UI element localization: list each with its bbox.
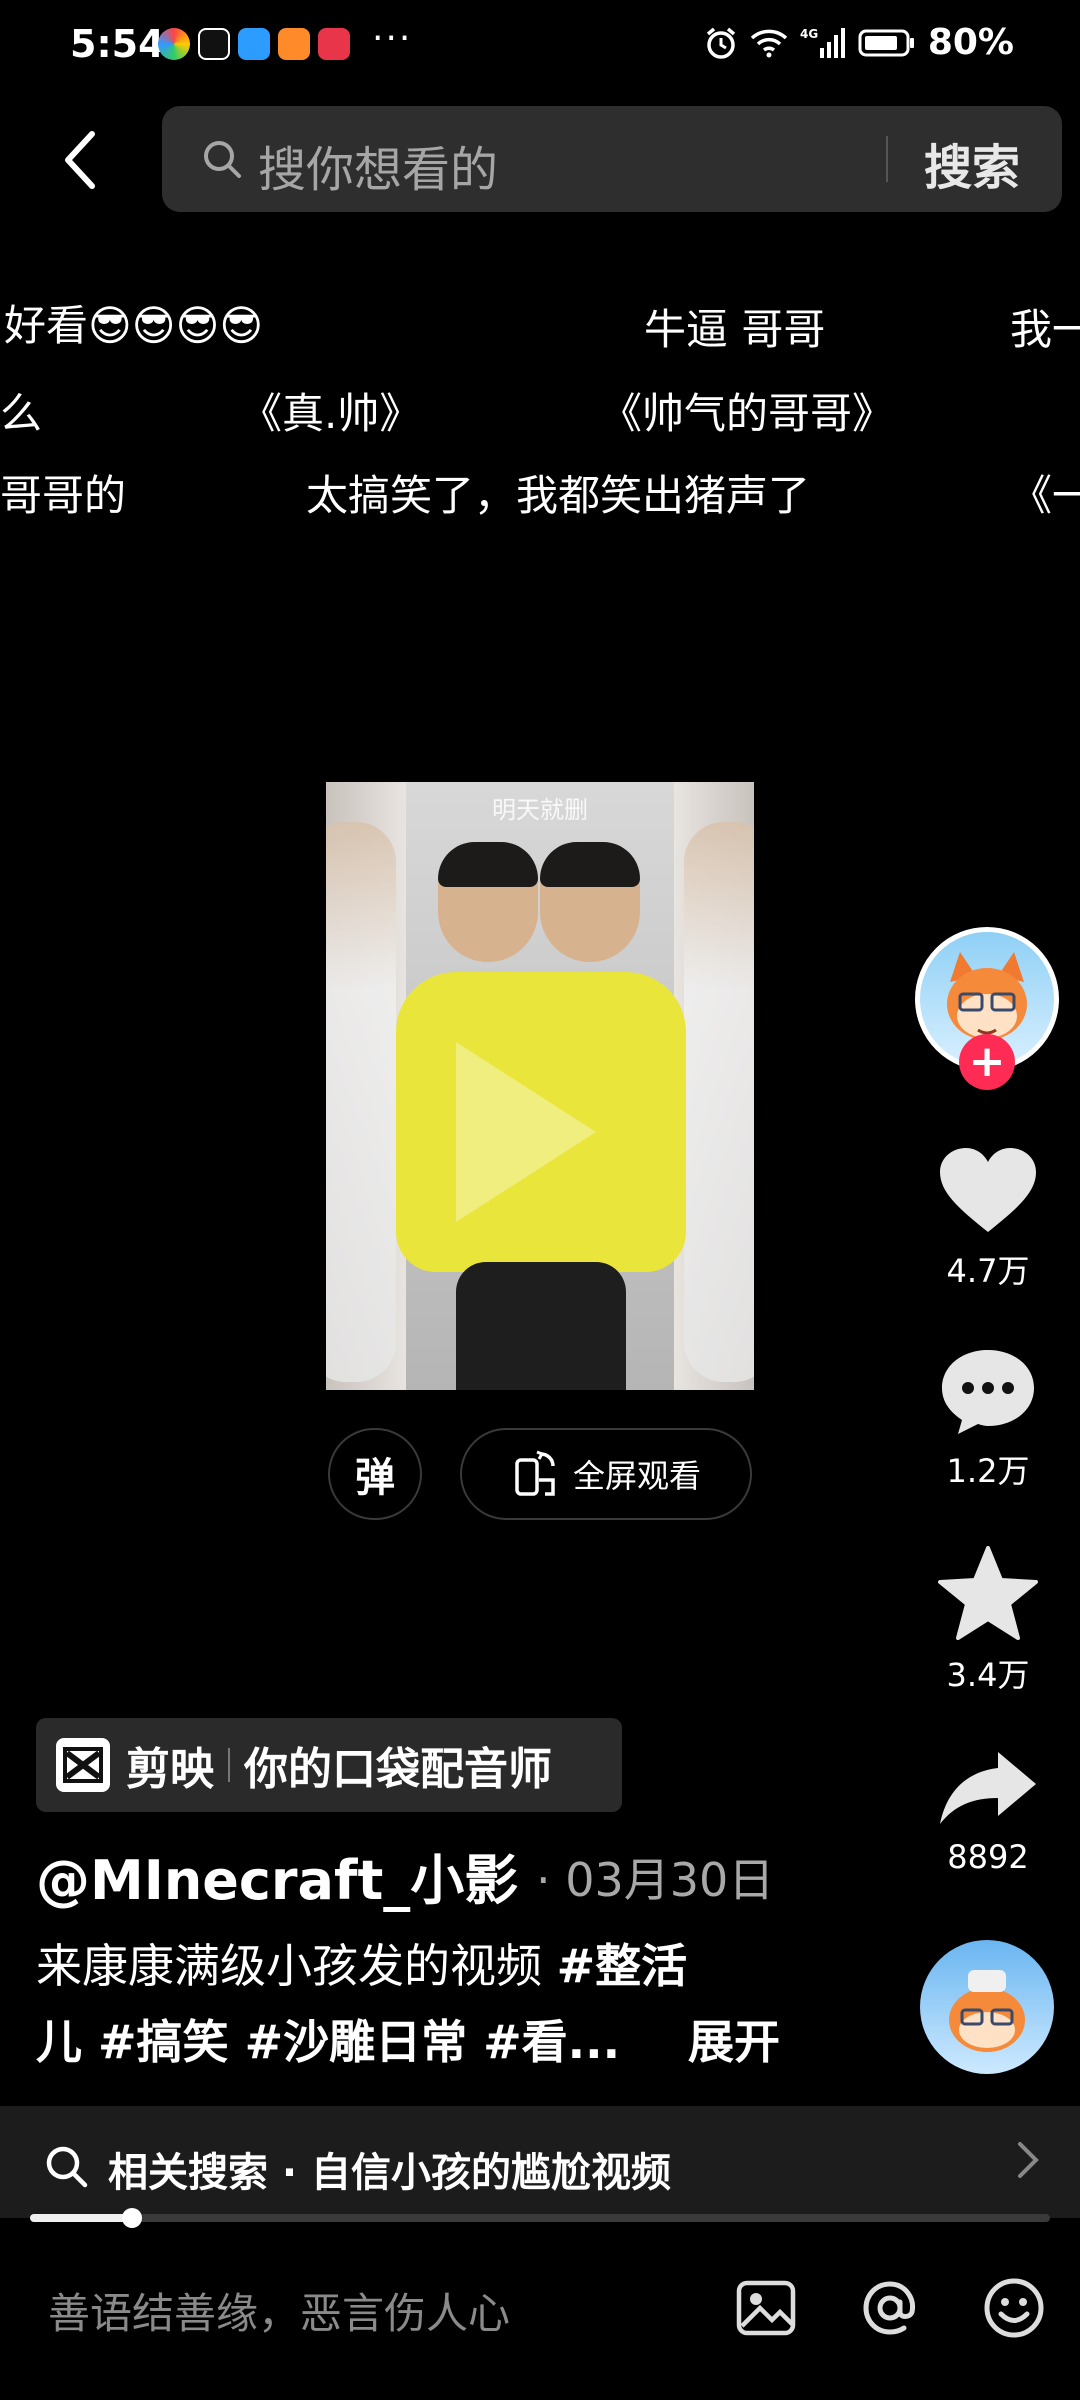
search-input[interactable]: 搜你想看的	[258, 130, 498, 200]
comment-icon	[942, 1350, 1034, 1434]
danmaku-comment: 牛逼 哥哥	[644, 305, 826, 354]
capcut-template-tag[interactable]: 剪映 你的口袋配音师	[36, 1718, 622, 1812]
description-text: 来康康满级小孩发的视频	[36, 1939, 557, 1993]
author-name-link[interactable]: @MInecraft_小影	[36, 1836, 518, 1915]
notification-icons	[158, 28, 350, 60]
back-arrow-icon	[65, 131, 95, 189]
like-button[interactable]: 4.7万	[928, 1146, 1048, 1292]
search-divider	[886, 136, 888, 182]
danmaku-comment: 么	[0, 389, 43, 438]
fullscreen-button[interactable]: 全屏观看	[460, 1428, 752, 1520]
danmaku-comment: 哥哥的	[0, 471, 127, 520]
status-time: 5:54	[70, 22, 165, 66]
capcut-slogan: 你的口袋配音师	[244, 1744, 552, 1795]
progress-fill	[30, 2214, 132, 2222]
music-avatar-image	[949, 1970, 1025, 2052]
battery-percent: 80%	[927, 22, 1014, 63]
rotate-screen-icon	[515, 1450, 555, 1496]
system-indicators: 4G 80%	[704, 22, 1014, 63]
video-player[interactable]: 明天就删	[326, 782, 754, 1390]
emoji-face-icon	[984, 2278, 1044, 2338]
video-figure	[684, 822, 754, 1382]
video-figure	[456, 1262, 626, 1390]
video-app-notification-icon	[278, 28, 310, 60]
video-figure	[326, 822, 396, 1382]
app-notification-icon	[158, 28, 190, 60]
comment-input[interactable]: 善语结善缘，恶言伤人心	[48, 2280, 510, 2341]
share-count: 8892	[947, 1838, 1029, 1876]
description-line: 来康康满级小孩发的视频 #整活	[36, 1930, 687, 1996]
favorite-count: 3.4万	[946, 1656, 1030, 1694]
music-disc-avatar[interactable]	[920, 1940, 1054, 2074]
cell-signal-icon: 4G	[800, 26, 846, 60]
danmaku-comment: 太搞笑了，我都笑出猪声了	[306, 471, 811, 520]
danmaku-comment: 《一	[1010, 471, 1080, 520]
danmaku-toggle-button[interactable]: 弹	[328, 1428, 422, 1520]
image-picker-button[interactable]	[734, 2276, 798, 2340]
more-notifications-icon: ···	[372, 18, 413, 59]
share-arrow-icon	[940, 1752, 1036, 1824]
at-sign-icon	[863, 2281, 916, 2335]
danmaku-comment: 《真.帅》	[240, 389, 422, 438]
video-progress-bar[interactable]	[30, 2208, 1050, 2228]
video-watermark: 明天就删	[492, 796, 588, 824]
reader-app-notification-icon	[318, 28, 350, 60]
douyin-notification-icon	[198, 28, 230, 60]
chevron-right-icon	[1016, 2140, 1040, 2184]
status-bar: 5:54 ··· 4G 80%	[0, 0, 1080, 90]
search-app-notification-icon	[238, 28, 270, 60]
description-hashtags[interactable]: 儿 #搞笑 #沙雕日常 #看...	[36, 2006, 620, 2072]
follow-plus-button[interactable]: +	[959, 1034, 1015, 1090]
favorite-button[interactable]: 3.4万	[928, 1546, 1048, 1696]
related-search-icon	[44, 2144, 88, 2192]
svg-text:4G: 4G	[800, 27, 818, 41]
video-figure	[438, 842, 538, 962]
like-count: 4.7万	[946, 1252, 1030, 1290]
post-date: · 03月30日	[536, 1853, 775, 1907]
battery-icon	[858, 28, 916, 58]
search-button[interactable]: 搜索	[924, 128, 1020, 198]
comment-count: 1.2万	[946, 1452, 1030, 1490]
capcut-name: 剪映	[126, 1744, 214, 1795]
emoji-button[interactable]	[982, 2276, 1046, 2340]
progress-thumb[interactable]	[122, 2208, 142, 2228]
image-icon	[736, 2280, 796, 2336]
hashtag-link[interactable]: #整活	[557, 1939, 688, 1993]
back-button[interactable]	[50, 125, 110, 195]
danmaku-comment: 好看😎😎😎😎	[4, 301, 264, 350]
fullscreen-label: 全屏观看	[572, 1457, 701, 1495]
alarm-icon	[704, 26, 738, 60]
play-overlay-icon	[456, 1042, 596, 1222]
wifi-icon	[750, 28, 788, 58]
heart-icon	[940, 1148, 1036, 1232]
share-button[interactable]: 8892	[928, 1748, 1048, 1876]
mention-button[interactable]	[858, 2276, 922, 2340]
capcut-logo-icon	[56, 1738, 110, 1792]
expand-description-button[interactable]: 展开	[688, 2006, 780, 2072]
comment-button[interactable]: 1.2万	[928, 1346, 1048, 1492]
danmaku-comment: 我一	[1010, 305, 1080, 354]
capcut-divider	[228, 1748, 230, 1782]
danmaku-comment: 《帅气的哥哥》	[600, 389, 895, 438]
search-bar[interactable]: 搜你想看的 搜索	[162, 106, 1062, 212]
star-icon	[938, 1546, 1038, 1640]
search-icon	[202, 139, 242, 183]
video-figure	[540, 842, 640, 962]
related-search-text[interactable]: 相关搜索 · 自信小孩的尴尬视频	[108, 2140, 671, 2198]
